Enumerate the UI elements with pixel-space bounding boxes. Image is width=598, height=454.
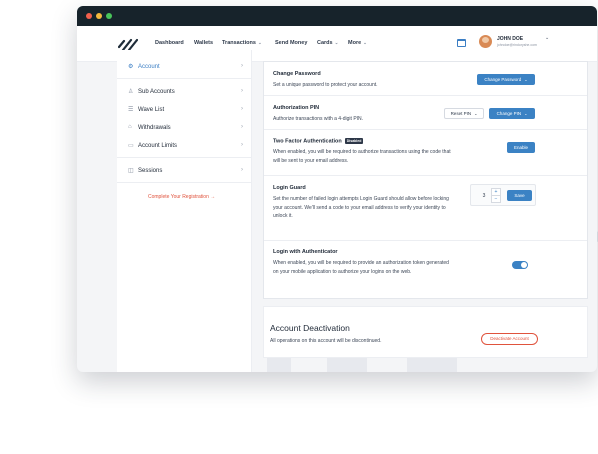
- sidebar-item-account-limits[interactable]: ▭ Account Limits ›: [117, 139, 252, 153]
- complete-registration-link[interactable]: Complete Your Registration →: [148, 194, 215, 200]
- change-password-section: Change Password Set a unique password to…: [264, 62, 587, 96]
- nav-cards-label: Cards: [317, 40, 333, 46]
- login-guard-desc: Set the number of failed login attempts …: [273, 196, 449, 220]
- sidebar-item-account[interactable]: ⚙ Account ›: [117, 60, 252, 74]
- user-email: johndoe@rindoryshe.com: [497, 43, 537, 47]
- nav-dashboard-label: Dashboard: [155, 40, 184, 46]
- authenticator-desc: When enabled, you will be required to pr…: [273, 260, 449, 275]
- nav-transactions-label: Transactions: [222, 40, 256, 46]
- maximize-window-button[interactable]: [106, 13, 112, 19]
- list-icon: ☰: [128, 107, 134, 113]
- change-pin-button-label: Change PIN: [496, 111, 522, 116]
- sidebar-item-wave-list[interactable]: ☰ Wave List ›: [117, 103, 252, 117]
- reset-pin-button[interactable]: Reset PIN ⌄: [444, 108, 484, 119]
- deactivation-desc: All operations on this account will be d…: [270, 338, 382, 344]
- sidebar-divider: [117, 157, 252, 158]
- footer-stripe: [407, 358, 457, 372]
- nav-wallets[interactable]: Wallets: [194, 40, 213, 46]
- sidebar-divider: [117, 182, 252, 183]
- authorization-pin-section: Authorization PIN Authorize transactions…: [264, 96, 587, 130]
- user-icon: ♙: [128, 89, 134, 95]
- authenticator-section: Login with Authenticator When enabled, y…: [264, 241, 587, 298]
- chevron-down-icon: ⌄: [524, 111, 528, 116]
- save-login-guard-button[interactable]: Save: [507, 190, 532, 201]
- change-password-button[interactable]: Change Password ⌄: [477, 74, 535, 85]
- nav-wallets-label: Wallets: [194, 40, 214, 46]
- change-password-desc: Set a unique password to protect your ac…: [273, 82, 378, 88]
- login-guard-section: Login Guard Set the number of failed log…: [264, 176, 587, 241]
- change-pin-button[interactable]: Change PIN ⌄: [489, 108, 535, 119]
- avatar[interactable]: [479, 35, 492, 48]
- chevron-down-icon: ⌄: [257, 40, 262, 45]
- sidebar-item-withdrawals[interactable]: ⌂ Withdrawals ›: [117, 121, 252, 135]
- sidebar-divider: [117, 78, 252, 79]
- change-password-title: Change Password: [273, 71, 321, 77]
- settings-sidebar: ⚙ Account › ♙ Sub Accounts › ☰ Wave List…: [117, 50, 252, 372]
- security-settings-panel: Change Password Set a unique password to…: [263, 61, 588, 299]
- nav-cards[interactable]: Cards ⌄: [317, 40, 338, 46]
- sidebar-item-label: Account Limits: [138, 143, 178, 149]
- nav-transactions[interactable]: Transactions ⌄: [222, 40, 262, 46]
- chevron-down-icon: ⌄: [474, 111, 478, 116]
- toggle-knob: [521, 262, 527, 268]
- reset-pin-button-label: Reset PIN: [450, 111, 472, 116]
- sidebar-item-label: Account: [138, 64, 160, 70]
- sidebar-item-sub-accounts[interactable]: ♙ Sub Accounts ›: [117, 85, 252, 99]
- chevron-down-icon: ⌄: [524, 77, 528, 82]
- increment-button[interactable]: +: [491, 188, 501, 195]
- window-titlebar: [77, 6, 597, 26]
- card-icon: ▭: [128, 143, 134, 149]
- brand-logo-icon[interactable]: [118, 37, 138, 51]
- bank-icon: ⌂: [128, 124, 132, 130]
- chevron-right-icon: ›: [241, 142, 243, 148]
- login-guard-title: Login Guard: [273, 185, 306, 191]
- sidebar-item-label: Sessions: [138, 168, 163, 174]
- decrement-button[interactable]: −: [491, 195, 501, 203]
- user-name: JOHN DOE: [497, 36, 524, 42]
- calendar-icon[interactable]: [457, 39, 466, 47]
- footer-stripe: [267, 358, 291, 372]
- chevron-down-icon: ⌄: [334, 40, 339, 45]
- two-factor-title: Two Factor Authentication Disabled: [273, 138, 364, 145]
- deactivation-title: Account Deactivation: [270, 323, 350, 333]
- enable-2fa-button[interactable]: Enable: [507, 142, 535, 153]
- user-menu-chevron-icon[interactable]: ⌄: [545, 35, 549, 41]
- chevron-down-icon: ⌄: [363, 40, 367, 45]
- nav-send-money-label: Send Money: [275, 40, 308, 46]
- two-factor-section: Two Factor Authentication Disabled When e…: [264, 130, 587, 176]
- chevron-right-icon: ›: [241, 88, 243, 94]
- nav-send-money[interactable]: Send Money: [275, 40, 307, 46]
- sidebar-item-label: Sub Accounts: [138, 89, 175, 95]
- chevron-right-icon: ›: [241, 167, 243, 173]
- stage: Dashboard Wallets Transactions ⌄ Send Mon…: [0, 0, 598, 454]
- authenticator-toggle[interactable]: [512, 261, 528, 269]
- status-badge: Disabled: [344, 138, 364, 144]
- login-attempts-stepper: 3 + − Save: [470, 184, 536, 206]
- nav-more[interactable]: More ⌄: [348, 40, 367, 46]
- authenticator-title: Login with Authenticator: [273, 249, 338, 255]
- minimize-window-button[interactable]: [96, 13, 102, 19]
- nav-more-label: More: [348, 40, 362, 46]
- close-window-button[interactable]: [86, 13, 92, 19]
- sidebar-item-label: Wave List: [138, 107, 165, 113]
- sidebar-item-sessions[interactable]: ◫ Sessions ›: [117, 164, 252, 178]
- footer-stripe: [327, 358, 367, 372]
- nav-dashboard[interactable]: Dashboard: [155, 40, 184, 46]
- two-factor-title-text: Two Factor Authentication: [273, 138, 342, 145]
- login-attempts-value[interactable]: 3: [479, 191, 489, 201]
- two-factor-desc: When enabled, you will be required to au…: [273, 149, 451, 164]
- app-window: Dashboard Wallets Transactions ⌄ Send Mon…: [77, 6, 597, 372]
- authorization-pin-title: Authorization PIN: [273, 105, 320, 111]
- chevron-right-icon: ›: [241, 124, 243, 130]
- deactivate-account-button[interactable]: Deactivate Account: [481, 333, 538, 345]
- session-icon: ◫: [128, 168, 134, 174]
- authorization-pin-desc: Authorize transactions with a 4-digit PI…: [273, 116, 364, 122]
- chevron-right-icon: ›: [241, 63, 243, 69]
- change-password-button-label: Change Password: [484, 77, 522, 82]
- account-deactivation-card: Account Deactivation All operations on t…: [263, 306, 588, 358]
- gear-icon: ⚙: [128, 64, 134, 70]
- sidebar-item-label: Withdrawals: [138, 125, 171, 131]
- chevron-right-icon: ›: [241, 106, 243, 112]
